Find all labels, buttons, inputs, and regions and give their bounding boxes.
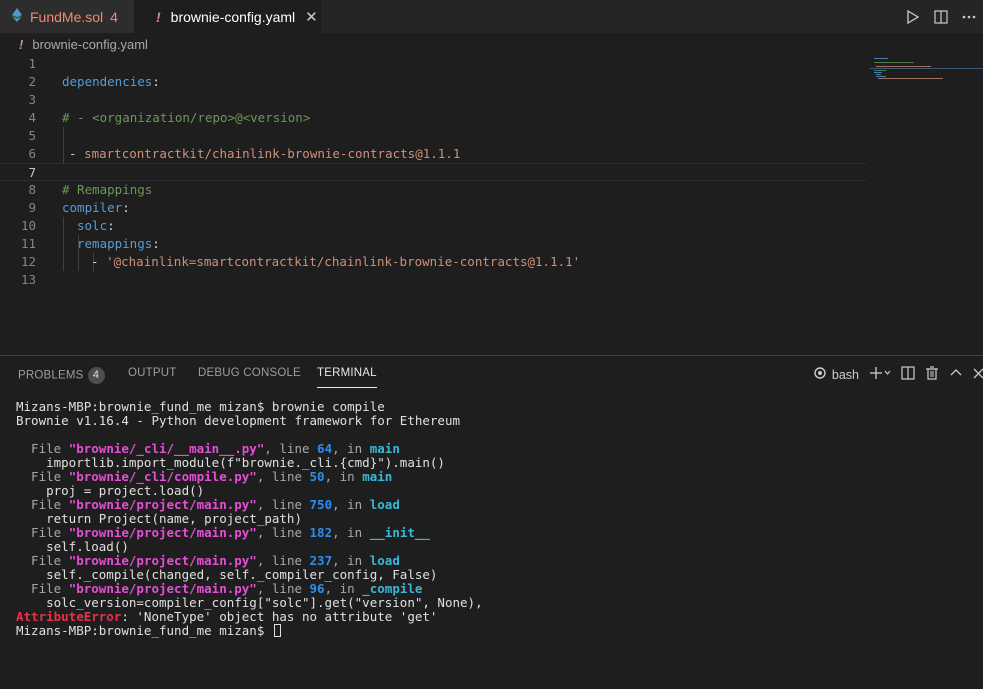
terminal-output[interactable]: Mizans-MBP:brownie_fund_me mizan$ browni… [16,400,976,638]
traceback-code: return Project(name, project_path) [16,511,302,526]
traceback-code: importlib.import_module(f"brownie._cli.{… [16,455,445,470]
terminal-shell-selector[interactable]: bash [813,366,859,383]
code-line: 3 [28,92,36,107]
yaml-file-icon: ! [19,36,24,52]
split-terminal-icon[interactable] [901,366,915,383]
code-line: 8 # Remappings [28,182,153,197]
error-message: : 'NoneType' object has no attribute 'ge… [121,609,438,624]
problems-badge: 4 [87,367,105,384]
tab-brownie-config[interactable]: ! brownie-config.yaml ✕ [134,0,321,33]
tab-problems[interactable]: PROBLEMS 4 [18,367,105,384]
editor-tab-bar: FundMe.sol 4 ! brownie-config.yaml ✕ [0,0,983,33]
code-line: 11 remappings: [20,236,160,251]
terminal-line: Brownie v1.16.4 - Python development fra… [16,413,461,428]
tab-terminal[interactable]: TERMINAL [317,367,377,388]
shell-name: bash [831,367,859,382]
code-line: 2 dependencies: [28,74,160,89]
code-line: 5 [28,128,36,143]
maximize-panel-icon[interactable] [949,366,963,383]
traceback-frame: File "brownie/project/main.py", line 750… [16,497,400,512]
code-line: 13 [20,272,36,287]
gear-icon [813,366,827,383]
code-line: 1 [28,56,36,71]
traceback-code: proj = project.load() [16,483,205,498]
tab-debug-console[interactable]: DEBUG CONSOLE [198,367,301,379]
ethereum-file-icon [12,8,22,25]
terminal-cursor [273,624,281,637]
error-name: AttributeError [16,609,122,624]
traceback-frame: File "brownie/project/main.py", line 182… [16,525,430,540]
code-line: 10 solc: [20,218,115,233]
panel-tab-bar: PROBLEMS 4 OUTPUT DEBUG CONSOLE TERMINAL … [0,356,983,392]
traceback-frame: File "brownie/project/main.py", line 237… [16,553,400,568]
code-editor[interactable]: 1 2 dependencies: 3 4 # - <organization/re… [0,55,983,355]
code-line: 6- smartcontractkit/chainlink-brownie-co… [28,146,461,161]
traceback-frame: File "brownie/_cli/compile.py", line 50,… [16,469,393,484]
split-editor-icon[interactable] [933,9,949,25]
code-line: 4 # - <organization/repo>@<version> [28,110,311,125]
new-terminal-icon[interactable] [869,366,891,383]
traceback-code: self.load() [16,539,129,554]
breadcrumb: ! brownie-config.yaml [0,33,983,55]
tab-fundme-sol[interactable]: FundMe.sol 4 [0,0,134,33]
close-panel-icon[interactable] [973,366,983,383]
tab-label: FundMe.sol [30,8,104,25]
traceback-frame: File "brownie/project/main.py", line 96,… [16,581,423,596]
more-actions-icon[interactable] [961,9,977,25]
code-line: 9 compiler: [28,200,130,215]
tab-label: brownie-config.yaml [170,8,296,25]
breadcrumb-file[interactable]: brownie-config.yaml [32,37,148,52]
problems-count: 4 [110,8,118,25]
close-icon[interactable]: ✕ [305,8,318,26]
run-icon[interactable] [905,9,921,25]
terminal-prompt: Mizans-MBP:brownie_fund_me mizan$ [16,624,976,638]
tab-output[interactable]: OUTPUT [128,367,176,379]
code-line: 12- '@chainlink=smartcontractkit/chainli… [20,254,581,269]
traceback-frame: File "brownie/_cli/__main__.py", line 64… [16,441,400,456]
traceback-code: self._compile(changed, self._compiler_co… [16,567,438,582]
terminal-line: Mizans-MBP:brownie_fund_me mizan$ browni… [16,399,385,414]
current-line: 7 [0,163,866,181]
trash-icon[interactable] [925,366,939,383]
yaml-file-icon: ! [156,8,161,25]
bottom-panel: PROBLEMS 4 OUTPUT DEBUG CONSOLE TERMINAL … [0,355,983,689]
minimap[interactable] [870,57,983,87]
traceback-code: solc_version=compiler_config["solc"].get… [16,595,483,610]
error-line: AttributeError: 'NoneType' object has no… [16,610,976,624]
